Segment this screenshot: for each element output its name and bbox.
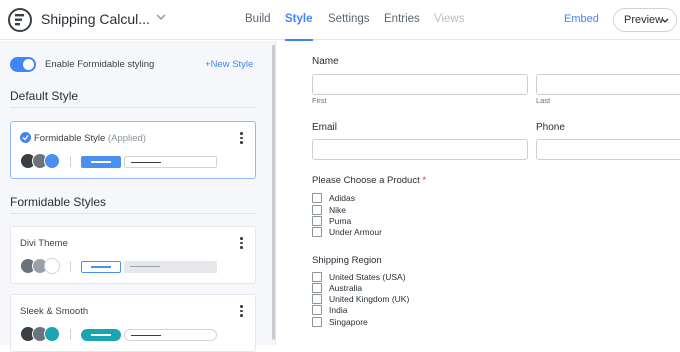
formidable-styling-toggle[interactable] — [10, 57, 36, 72]
top-bar: Shipping Calcul... Build Style Settings … — [0, 0, 680, 41]
checkbox[interactable] — [312, 305, 322, 315]
sidebar-scrollbar[interactable] — [272, 45, 275, 340]
first-name-input[interactable] — [312, 74, 528, 95]
checkbox[interactable] — [312, 227, 322, 237]
option-label: Puma — [329, 216, 352, 226]
formidable-styles-heading: Formidable Styles — [10, 195, 107, 209]
email-input[interactable] — [312, 139, 528, 160]
embed-link[interactable]: Embed — [564, 13, 599, 25]
new-style-link[interactable]: +New Style — [205, 59, 253, 70]
chevron-down-icon[interactable] — [156, 13, 166, 21]
applied-check-icon — [20, 132, 31, 143]
last-name-input[interactable] — [536, 74, 680, 95]
style-card-divi-theme[interactable]: Divi Theme — [10, 226, 256, 284]
divider — [10, 107, 256, 108]
style-card-default[interactable]: Formidable Style (Applied) — [10, 121, 256, 179]
option-label: Singapore — [329, 317, 368, 327]
button-preview — [81, 329, 121, 341]
style-name-text: Formidable Style — [34, 133, 106, 144]
style-card-sleek-smooth[interactable]: Sleek & Smooth — [10, 294, 256, 352]
checkbox[interactable] — [312, 205, 322, 215]
product-label-text: Please Choose a Product — [312, 175, 420, 186]
separator — [70, 261, 71, 272]
last-sublabel: Last — [536, 96, 551, 105]
name-label: Name — [312, 56, 339, 67]
checkbox[interactable] — [312, 317, 322, 327]
option-label: United States (USA) — [329, 272, 406, 282]
option-label: Australia — [329, 283, 363, 293]
color-swatch — [44, 258, 60, 274]
button-preview — [81, 156, 121, 168]
phone-label: Phone — [536, 122, 565, 133]
phone-input[interactable] — [536, 139, 680, 160]
applied-tag: (Applied) — [107, 133, 146, 144]
divider — [10, 213, 256, 214]
preview-label: Preview — [624, 14, 664, 26]
option-label: United Kingdom (UK) — [329, 294, 410, 304]
checkbox[interactable] — [312, 283, 322, 293]
chevron-down-icon — [661, 18, 669, 23]
option-label: Nike — [329, 205, 347, 215]
option-label: India — [329, 305, 348, 315]
first-sublabel: First — [312, 96, 327, 105]
email-label: Email — [312, 122, 338, 133]
check-icon — [25, 62, 32, 68]
tab-entries[interactable]: Entries — [384, 13, 420, 25]
tab-settings[interactable]: Settings — [328, 13, 370, 25]
region-label: Shipping Region — [312, 255, 382, 266]
color-swatch — [44, 153, 60, 169]
field-preview — [124, 156, 217, 168]
more-options-icon[interactable] — [240, 132, 243, 146]
tab-views[interactable]: Views — [434, 13, 464, 25]
field-preview — [124, 261, 217, 273]
preview-button[interactable]: Preview — [613, 8, 677, 32]
checkbox[interactable] — [312, 216, 322, 226]
toggle-label: Enable Formidable styling — [45, 59, 155, 70]
option-label: Adidas — [329, 193, 355, 203]
style-name: Sleek & Smooth — [20, 306, 89, 317]
style-name: Divi Theme — [20, 238, 68, 249]
tab-style[interactable]: Style — [285, 13, 313, 41]
formidable-logo-icon[interactable] — [8, 8, 32, 32]
required-mark: * — [422, 175, 427, 186]
field-preview — [124, 329, 217, 341]
default-style-heading: Default Style — [10, 89, 79, 103]
checkbox[interactable] — [312, 272, 322, 282]
separator — [70, 156, 71, 167]
option-label: Under Armour — [329, 227, 382, 237]
product-label: Please Choose a Product * — [312, 175, 426, 186]
more-options-icon[interactable] — [240, 237, 243, 251]
separator — [70, 329, 71, 340]
button-preview-line — [91, 266, 111, 268]
checkbox[interactable] — [312, 294, 322, 304]
style-name: Formidable Style (Applied) — [34, 133, 146, 144]
checkbox[interactable] — [312, 193, 322, 203]
more-options-icon[interactable] — [240, 305, 243, 319]
tab-build[interactable]: Build — [245, 13, 271, 25]
form-title[interactable]: Shipping Calcul... — [41, 11, 150, 27]
new-style-label: New Style — [210, 59, 254, 70]
color-swatch — [44, 326, 60, 342]
